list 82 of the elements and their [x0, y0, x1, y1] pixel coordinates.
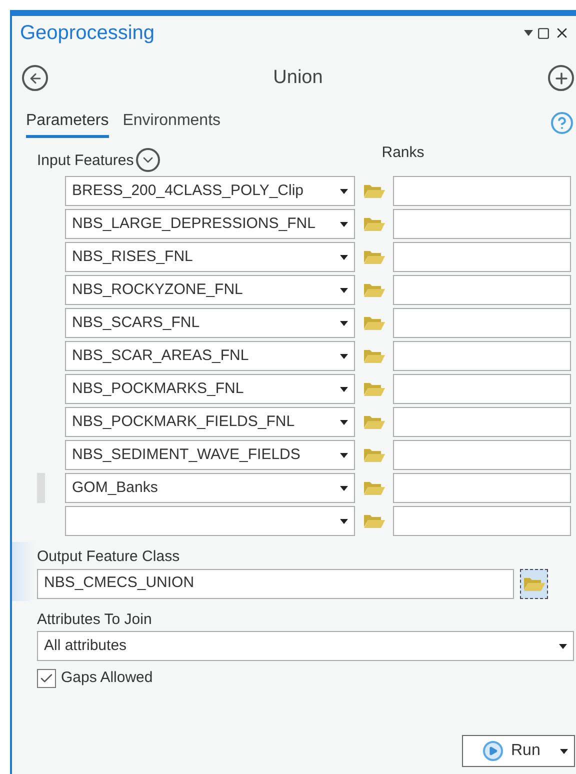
folder-icon: [363, 381, 385, 397]
output-field[interactable]: NBS_CMECS_UNION: [37, 568, 514, 598]
dropdown-field[interactable]: NBS_POCKMARK_FIELDS_FNL: [65, 407, 355, 437]
folder-icon: [363, 282, 385, 298]
caret-icon: [559, 644, 567, 648]
caret-icon: [340, 452, 348, 458]
folder-icon: [363, 414, 385, 430]
plus-icon: [552, 70, 570, 86]
field-value: NBS_CMECS_UNION: [44, 573, 194, 594]
rank-field[interactable]: [393, 407, 571, 437]
tab[interactable]: Environments: [122, 108, 221, 138]
checkbox[interactable]: [37, 668, 56, 688]
dropdown-field[interactable]: NBS_SEDIMENT_WAVE_FIELDS: [65, 440, 355, 470]
folder-icon: [363, 447, 385, 463]
dropdown-field[interactable]: NBS_LARGE_DEPRESSIONS_FNL: [65, 209, 355, 239]
rank-field[interactable]: [393, 506, 571, 536]
caret-icon: [340, 518, 348, 524]
rank-field[interactable]: [393, 341, 571, 371]
folder-icon: [363, 216, 385, 232]
tool-title: Union: [272, 66, 324, 90]
dropdown-field[interactable]: BRESS_200_4CLASS_POLY_Clip: [65, 176, 355, 206]
checkbox-label: Gaps Allowed: [61, 668, 153, 688]
folder-icon: [363, 315, 385, 331]
dropdown-field[interactable]: NBS_ROCKYZONE_FNL: [65, 275, 355, 305]
folder-icon: [363, 348, 385, 364]
field-value: NBS_POCKMARKS_FNL: [72, 378, 244, 399]
field-label: Attributes To Join: [37, 610, 153, 630]
dropdown-field[interactable]: NBS_RISES_FNL: [65, 242, 355, 272]
dropdown-field[interactable]: GOM_Banks: [65, 473, 355, 503]
caret-icon: [340, 386, 348, 392]
expand-button[interactable]: [136, 148, 160, 172]
field-value: NBS_ROCKYZONE_FNL: [72, 280, 243, 300]
browse-button[interactable]: [520, 568, 548, 598]
caret-icon: [340, 420, 348, 424]
field-value: All attributes: [44, 636, 127, 656]
caret-icon: [340, 288, 348, 292]
caret-icon: [340, 254, 348, 260]
back-button[interactable]: [22, 65, 48, 91]
rank-field[interactable]: [393, 242, 571, 272]
field-label: Ranks: [382, 142, 424, 162]
dropdown-field[interactable]: NBS_SCARS_FNL: [65, 308, 355, 338]
window-title: Geoprocessing: [20, 21, 155, 46]
dropdown-arrow-icon[interactable]: [524, 30, 533, 36]
field-value: NBS_LARGE_DEPRESSIONS_FNL: [72, 214, 316, 234]
field-value: NBS_SCARS_FNL: [72, 312, 200, 333]
caret-icon: [340, 320, 348, 326]
rank-field[interactable]: [393, 176, 571, 206]
field-value: GOM_Banks: [72, 478, 158, 498]
dropdown-field[interactable]: NBS_SCAR_AREAS_FNL: [65, 341, 355, 371]
rank-field[interactable]: [393, 209, 571, 239]
rank-field[interactable]: [393, 473, 571, 503]
run-button[interactable]: Run: [462, 735, 575, 767]
drag-handle[interactable]: [37, 473, 45, 503]
maximize-icon[interactable]: [537, 26, 550, 40]
folder-icon: [363, 249, 385, 265]
caret-icon: [340, 486, 348, 490]
field-value: NBS_POCKMARK_FIELDS_FNL: [72, 412, 295, 432]
field-label: Output Feature Class: [37, 547, 181, 567]
help-icon[interactable]: [550, 111, 574, 135]
caret-icon: [340, 354, 348, 358]
caret-icon: [340, 222, 348, 226]
field-value: NBS_RISES_FNL: [72, 246, 193, 267]
caret-icon: [340, 188, 348, 194]
dropdown-field[interactable]: NBS_POCKMARKS_FNL: [65, 374, 355, 404]
caret-icon: [560, 748, 568, 754]
rank-field[interactable]: [393, 374, 571, 404]
field-label: Input Features: [37, 150, 134, 170]
folder-icon: [523, 576, 545, 592]
rank-field[interactable]: [393, 440, 571, 470]
dropdown-field[interactable]: [65, 506, 355, 536]
add-button[interactable]: [548, 65, 574, 91]
folder-icon: [363, 480, 385, 496]
folder-icon: [363, 183, 385, 199]
play-icon: [483, 741, 503, 761]
dropdown-field[interactable]: All attributes: [37, 631, 574, 661]
tab[interactable]: Parameters: [26, 108, 109, 138]
field-value: NBS_SEDIMENT_WAVE_FIELDS: [72, 444, 300, 465]
rank-field[interactable]: [393, 308, 571, 338]
field-value: BRESS_200_4CLASS_POLY_Clip: [72, 180, 304, 201]
rank-field[interactable]: [393, 275, 571, 305]
field-value: NBS_SCAR_AREAS_FNL: [72, 346, 249, 366]
folder-icon: [363, 513, 385, 529]
